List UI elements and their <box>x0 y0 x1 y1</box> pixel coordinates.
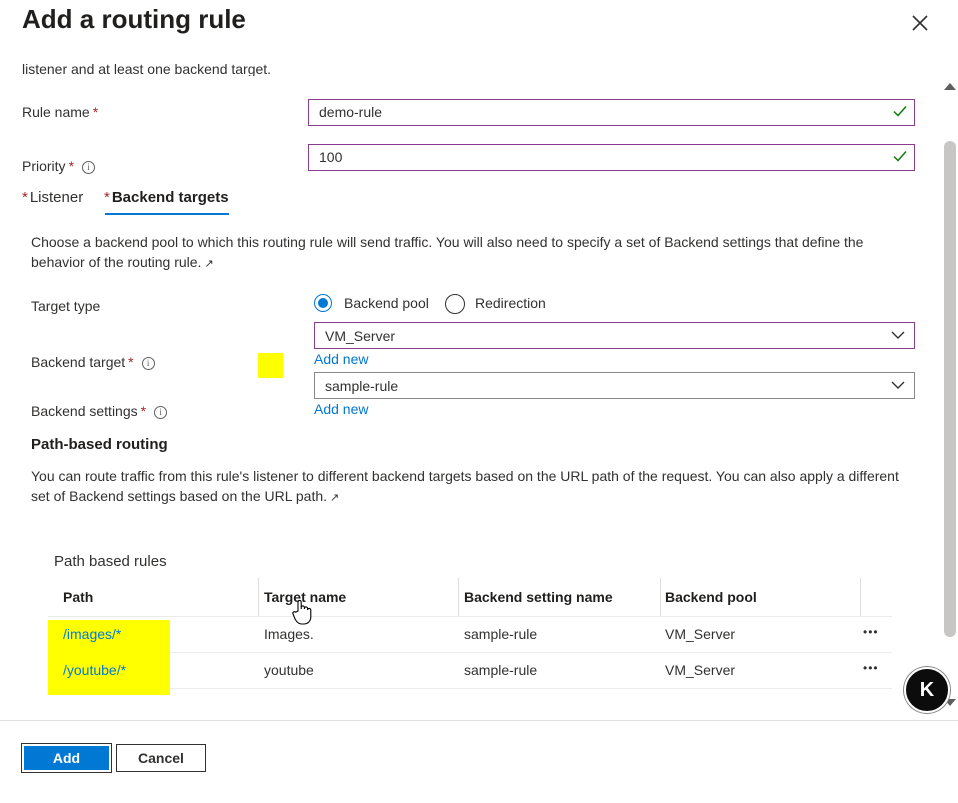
backend-target-value: VM_Server <box>325 328 396 344</box>
backend-pool-cell: VM_Server <box>665 626 736 642</box>
assistant-badge[interactable]: K <box>904 667 950 713</box>
radio-button[interactable] <box>445 294 465 314</box>
dialog-title: Add a routing rule <box>22 4 246 34</box>
radio-redirection[interactable]: Redirection <box>445 294 565 314</box>
add-new-backend-settings-link[interactable]: Add new <box>314 401 368 417</box>
row-divider <box>48 688 892 689</box>
backend-settings-label-text: Backend settings <box>31 403 138 419</box>
active-tab-indicator <box>105 213 229 215</box>
cancel-button[interactable]: Cancel <box>116 744 206 772</box>
backend-target-label: Backend target * i <box>31 354 155 370</box>
column-header-path[interactable]: Path <box>63 589 93 605</box>
chevron-down-icon <box>891 331 905 339</box>
add-new-backend-target-link[interactable]: Add new <box>314 351 368 367</box>
more-icon[interactable]: ••• <box>863 662 879 674</box>
rule-name-value: demo-rule <box>319 104 383 120</box>
required-marker: * <box>128 354 134 370</box>
radio-button-selected[interactable] <box>314 294 332 312</box>
tab-backend-targets-label: Backend targets <box>111 189 229 206</box>
column-header-backend-pool[interactable]: Backend pool <box>665 589 757 605</box>
path-link[interactable]: /images/* <box>63 626 121 642</box>
close-icon <box>912 15 928 31</box>
required-marker: * <box>68 158 75 174</box>
path-link[interactable]: /youtube/* <box>63 662 126 678</box>
column-divider[interactable] <box>860 578 861 616</box>
radio-backend-pool-label: Backend pool <box>344 295 429 311</box>
table-row[interactable]: /images/* Images. sample-rule VM_Server … <box>48 617 892 652</box>
priority-label: Priority * i <box>22 158 96 174</box>
radio-backend-pool[interactable]: Backend pool <box>314 294 444 314</box>
backend-setting-cell: sample-rule <box>464 662 538 678</box>
info-icon[interactable]: i <box>141 356 155 370</box>
clipped-intro-text: listener and at least one backend target… <box>22 61 272 76</box>
clipped-intro: listener and at least one backend target… <box>22 58 622 76</box>
column-divider[interactable] <box>660 578 661 616</box>
checkmark-icon <box>893 106 907 117</box>
scroll-up-arrow-icon[interactable] <box>943 81 957 91</box>
column-divider[interactable] <box>258 578 259 616</box>
backend-setting-cell: sample-rule <box>464 626 538 642</box>
column-divider[interactable] <box>458 578 459 616</box>
backend-pool-cell: VM_Server <box>665 662 736 678</box>
backend-description-text: Choose a backend pool to which this rout… <box>31 234 864 270</box>
rule-name-input[interactable]: demo-rule <box>308 99 915 126</box>
required-marker: * <box>92 104 99 120</box>
radio-redirection-label: Redirection <box>475 295 546 311</box>
scrollbar-thumb[interactable] <box>944 141 956 637</box>
info-icon[interactable]: i <box>154 405 168 419</box>
add-button[interactable]: Add <box>21 743 112 773</box>
external-link-icon[interactable]: ↗ <box>330 492 339 504</box>
required-marker: * <box>22 189 28 206</box>
more-icon[interactable]: ••• <box>863 626 879 638</box>
required-marker: * <box>104 189 110 206</box>
backend-description: Choose a backend pool to which this rout… <box>31 232 911 274</box>
tab-backend-targets[interactable]: * Backend targets <box>104 189 229 206</box>
required-marker: * <box>140 403 147 419</box>
backend-target-label-text: Backend target <box>31 354 126 370</box>
chevron-down-icon <box>891 381 905 389</box>
checkmark-icon <box>893 151 907 162</box>
path-rules-title: Path based rules <box>54 553 167 570</box>
backend-settings-select[interactable]: sample-rule <box>314 372 915 399</box>
close-button[interactable] <box>910 13 930 33</box>
column-header-backend-setting-name[interactable]: Backend setting name <box>464 589 613 605</box>
hand-cursor-icon <box>292 599 312 625</box>
info-icon[interactable]: i <box>82 160 96 174</box>
external-link-icon[interactable]: ↗ <box>204 258 213 270</box>
priority-value: 100 <box>319 149 343 165</box>
backend-settings-value: sample-rule <box>325 378 399 394</box>
rule-name-label-text: Rule name <box>22 104 90 120</box>
backend-target-select[interactable]: VM_Server <box>314 322 915 349</box>
backend-settings-label: Backend settings * i <box>31 403 168 419</box>
target-name-cell: Images. <box>264 626 314 642</box>
table-row[interactable]: /youtube/* youtube sample-rule VM_Server… <box>48 653 892 688</box>
priority-input[interactable]: 100 <box>308 144 915 171</box>
path-routing-description-text: You can route traffic from this rule's l… <box>31 468 899 504</box>
target-type-label: Target type <box>31 298 101 314</box>
priority-label-text: Priority <box>22 158 66 174</box>
path-routing-heading: Path-based routing <box>31 436 168 453</box>
tab-listener[interactable]: * Listener <box>22 189 83 206</box>
rule-name-label: Rule name * <box>22 104 98 120</box>
path-routing-description: You can route traffic from this rule's l… <box>31 466 911 508</box>
target-name-cell: youtube <box>264 662 314 678</box>
footer-divider <box>0 720 958 721</box>
tab-listener-label: Listener <box>29 189 84 206</box>
highlight-marker <box>258 353 283 378</box>
